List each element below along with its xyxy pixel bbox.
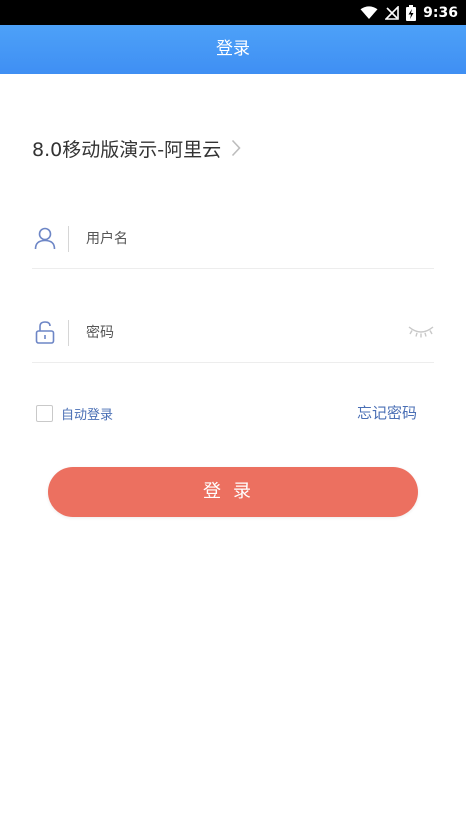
status-bar: 9:36: [0, 0, 466, 25]
auto-login-checkbox[interactable]: [36, 405, 53, 422]
eye-closed-icon[interactable]: [408, 322, 434, 340]
lock-icon: [35, 321, 55, 344]
battery-charging-icon: [406, 4, 417, 21]
page-title: 登录: [216, 39, 250, 59]
user-icon: [34, 227, 56, 250]
chevron-right-icon: [231, 139, 241, 157]
status-time: 9:36: [423, 4, 458, 21]
divider: [68, 226, 69, 252]
server-selector[interactable]: 8.0移动版演示-阿里云: [32, 132, 241, 164]
wifi-icon: [360, 5, 378, 19]
server-name: 8.0移动版演示-阿里云: [32, 138, 222, 161]
divider: [68, 320, 69, 346]
username-row: [32, 208, 434, 269]
auto-login-option[interactable]: 自动登录: [36, 404, 113, 423]
forgot-password-link[interactable]: 忘记密码: [357, 402, 417, 423]
username-input[interactable]: [84, 222, 388, 256]
app-bar: 登录: [0, 25, 466, 74]
status-icons: 9:36: [360, 3, 458, 22]
password-input[interactable]: [84, 316, 388, 350]
login-button[interactable]: 登录: [48, 467, 418, 517]
no-signal-icon: [385, 5, 399, 20]
password-row: [32, 302, 434, 363]
auto-login-label: 自动登录: [61, 408, 114, 423]
